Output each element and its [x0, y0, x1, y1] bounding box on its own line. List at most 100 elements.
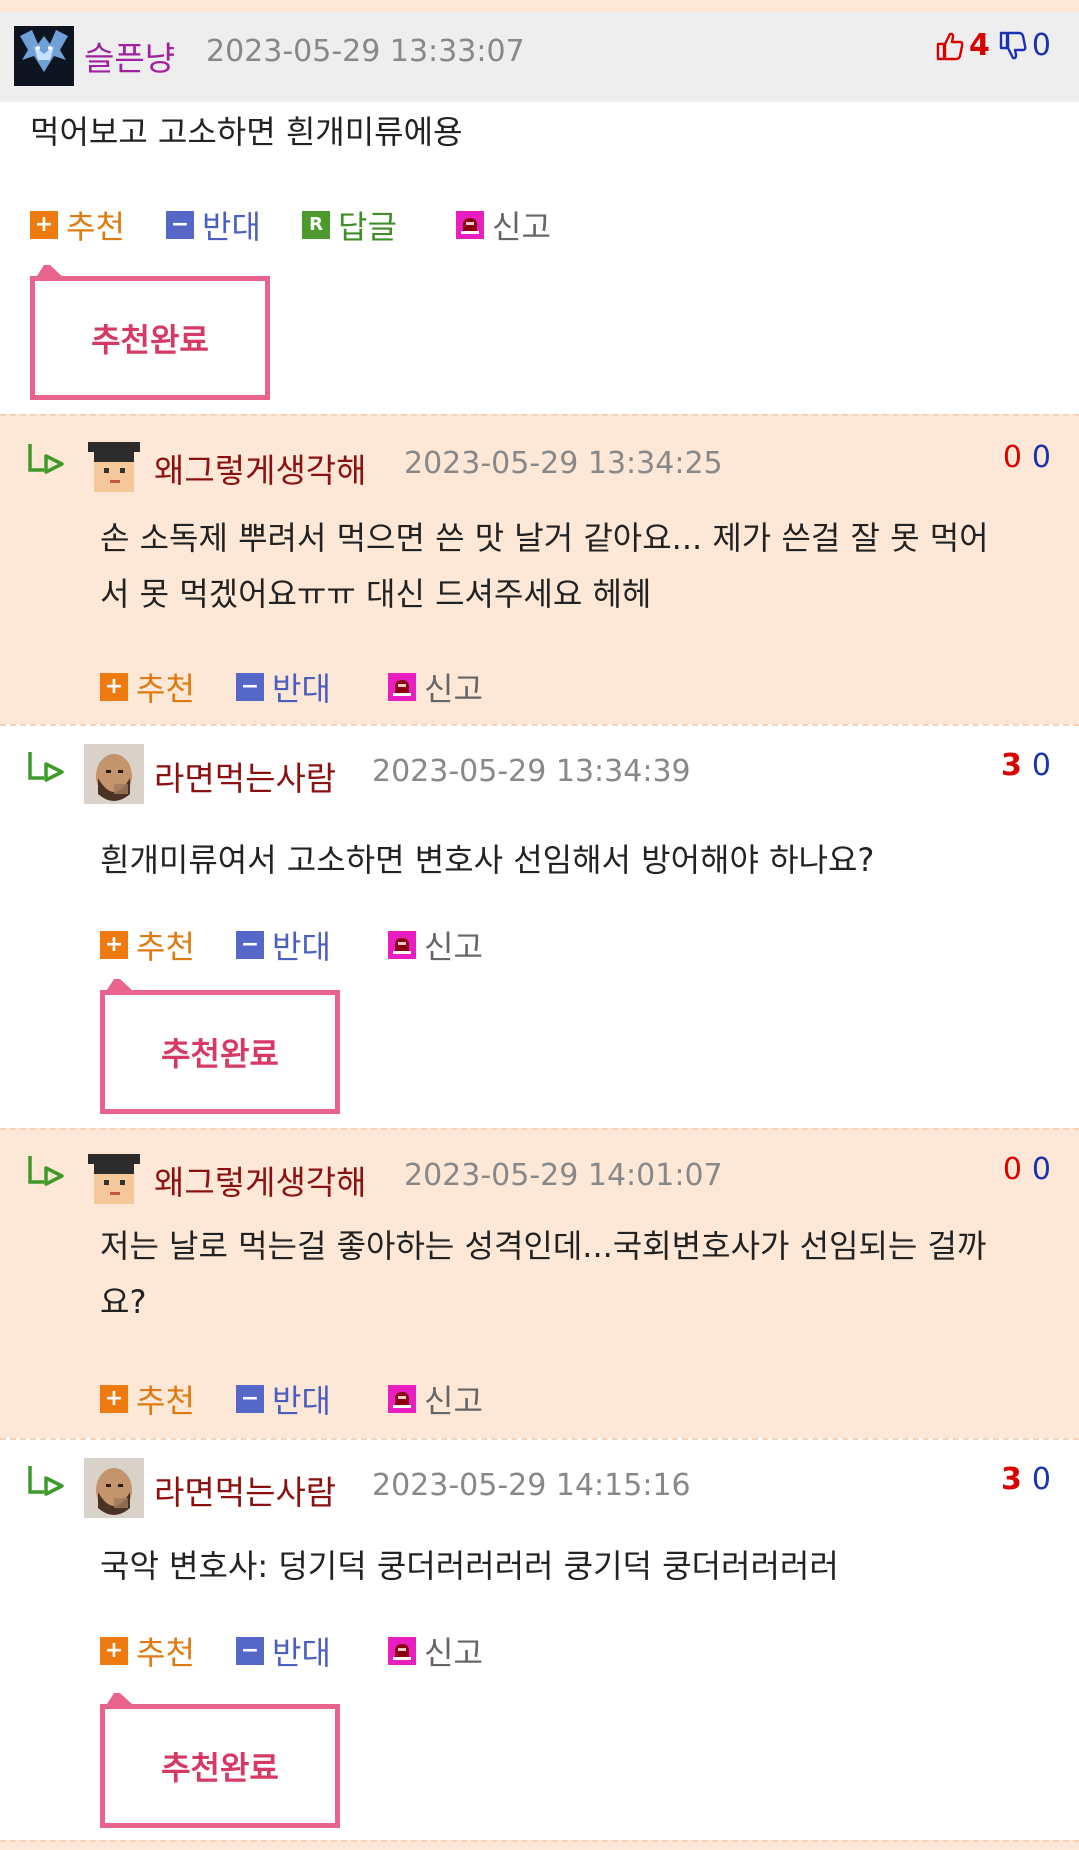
- comment-actions: + 추천 − 반대 신고: [100, 664, 600, 708]
- siren-icon: [388, 1385, 416, 1413]
- downvote-count: 0: [1031, 1462, 1051, 1497]
- r-icon: R: [302, 211, 330, 239]
- top-divider: [0, 0, 1079, 12]
- recommend-button[interactable]: + 추천: [30, 202, 125, 248]
- comment-actions: + 추천 − 반대 신고: [100, 922, 600, 966]
- reply-arrow-icon: [28, 752, 64, 782]
- avatar[interactable]: [84, 744, 144, 804]
- recommend-done-text: 추천완료: [161, 1035, 279, 1073]
- oppose-button[interactable]: − 반대: [236, 664, 331, 710]
- thumbs-down-icon[interactable]: [998, 30, 1028, 62]
- timestamp: 2023-05-29 14:01:07: [404, 1158, 723, 1193]
- report-button[interactable]: 신고: [456, 202, 551, 248]
- popup-tip: [35, 265, 65, 279]
- comment-text: 흰개미류여서 고소하면 변호사 선임해서 방어해야 하나요?: [100, 841, 875, 879]
- downvote-count: 0: [1031, 28, 1051, 63]
- minus-icon: −: [236, 931, 264, 959]
- avatar[interactable]: [14, 26, 74, 86]
- recommend-button[interactable]: + 추천: [100, 664, 195, 710]
- timestamp: 2023-05-29 13:33:07: [206, 34, 525, 69]
- recommend-button[interactable]: + 추천: [100, 922, 195, 968]
- oppose-button[interactable]: − 반대: [236, 1376, 331, 1422]
- comment-actions: + 추천 − 반대 R 답글 신고: [30, 202, 630, 246]
- report-button[interactable]: 신고: [388, 664, 483, 710]
- avatar[interactable]: [84, 1458, 144, 1518]
- comment-5: 라면먹는사람 2023-05-29 14:15:16 3 0 국악 변호사: 덩…: [0, 1438, 1079, 1848]
- thumbs-up-icon[interactable]: [935, 30, 965, 62]
- reply-arrow-icon: [28, 1466, 64, 1496]
- vote-counts: 3 0: [1001, 748, 1051, 783]
- reply-arrow-icon: [28, 444, 64, 474]
- siren-icon: [388, 1637, 416, 1665]
- vote-counts: 4 0: [935, 28, 1051, 63]
- recommend-label: 추천: [136, 1634, 195, 1672]
- popup-tip: [105, 979, 135, 993]
- report-button[interactable]: 신고: [388, 922, 483, 968]
- nickname[interactable]: 왜그렇게생각해: [154, 444, 367, 492]
- comment-text: 국악 변호사: 덩기덕 쿵더러러러러 쿵기덕 쿵더러러러러: [100, 1547, 839, 1585]
- comment-4: 왜그렇게생각해 2023-05-29 14:01:07 0 0 저는 날로 먹는…: [0, 1128, 1079, 1438]
- recommend-done-popup: 추천완료: [100, 979, 340, 1114]
- upvote-count: 4: [969, 28, 990, 63]
- upvote-count: 0: [1002, 440, 1022, 475]
- avatar-image-icon: [14, 26, 74, 86]
- upvote-count: 0: [1002, 1152, 1022, 1187]
- recommend-button[interactable]: + 추천: [100, 1376, 195, 1422]
- plus-icon: +: [100, 1385, 128, 1413]
- minus-icon: −: [166, 211, 194, 239]
- vote-counts: 0 0: [1003, 440, 1051, 475]
- minus-icon: −: [236, 673, 264, 701]
- comment-text-line: 서 못 먹겠어요ㅠㅠ 대신 드셔주세요 헤헤: [100, 575, 652, 613]
- report-label: 신고: [424, 670, 483, 708]
- reply-arrow-icon: [28, 1156, 64, 1186]
- oppose-label: 반대: [272, 1634, 331, 1672]
- recommend-done-popup: 추천완료: [100, 1693, 340, 1828]
- downvote-count: 0: [1031, 748, 1051, 783]
- vote-counts: 0 0: [1003, 1152, 1051, 1187]
- report-button[interactable]: 신고: [388, 1628, 483, 1674]
- avatar-image-icon: [84, 744, 144, 804]
- report-label: 신고: [424, 1382, 483, 1420]
- oppose-label: 반대: [202, 208, 261, 246]
- oppose-label: 반대: [272, 1382, 331, 1420]
- comment-text-line: 저는 날로 먹는걸 좋아하는 성격인데...국회변호사가 선임되는 걸까: [100, 1227, 987, 1265]
- nickname[interactable]: 슬픈냥: [84, 32, 175, 80]
- nickname[interactable]: 라면먹는사람: [154, 752, 336, 800]
- siren-icon: [388, 931, 416, 959]
- comment-text: 저는 날로 먹는걸 좋아하는 성격인데...국회변호사가 선임되는 걸까 요?: [100, 1218, 986, 1330]
- plus-icon: +: [100, 1637, 128, 1665]
- recommend-button[interactable]: + 추천: [100, 1628, 195, 1674]
- plus-icon: +: [30, 211, 58, 239]
- siren-icon: [388, 673, 416, 701]
- comment-actions: + 추천 − 반대 신고: [100, 1376, 600, 1420]
- comment-text-line: 요?: [100, 1283, 147, 1321]
- nickname[interactable]: 라면먹는사람: [154, 1466, 336, 1514]
- comment-text-line: 손 소독제 뿌려서 먹으면 쓴 맛 날거 같아요... 제가 쓴걸 잘 못 먹어: [100, 519, 989, 557]
- report-button[interactable]: 신고: [388, 1376, 483, 1422]
- avatar[interactable]: [84, 1148, 144, 1208]
- report-label: 신고: [424, 1634, 483, 1672]
- minus-icon: −: [236, 1637, 264, 1665]
- nickname[interactable]: 왜그렇게생각해: [154, 1156, 367, 1204]
- timestamp: 2023-05-29 13:34:39: [372, 754, 691, 789]
- plus-icon: +: [100, 673, 128, 701]
- oppose-button[interactable]: − 반대: [166, 202, 261, 248]
- avatar[interactable]: [84, 436, 144, 496]
- recommend-label: 추천: [136, 1382, 195, 1420]
- oppose-label: 반대: [272, 670, 331, 708]
- oppose-button[interactable]: − 반대: [236, 1628, 331, 1674]
- timestamp: 2023-05-29 13:34:25: [404, 446, 723, 481]
- oppose-button[interactable]: − 반대: [236, 922, 331, 968]
- downvote-count: 0: [1031, 440, 1051, 475]
- recommend-done-text: 추천완료: [91, 321, 209, 359]
- comment-3: 라면먹는사람 2023-05-29 13:34:39 3 0 흰개미류여서 고소…: [0, 724, 1079, 1128]
- upvote-count: 3: [1001, 748, 1022, 783]
- comment-text: 먹어보고 고소하면 흰개미류에용: [30, 113, 463, 151]
- oppose-label: 반대: [272, 928, 331, 966]
- report-label: 신고: [424, 928, 483, 966]
- comment-2: 왜그렇게생각해 2023-05-29 13:34:25 0 0 손 소독제 뿌려…: [0, 414, 1079, 724]
- recommend-done-popup: 추천완료: [30, 265, 270, 400]
- reply-button[interactable]: R 답글: [302, 202, 397, 248]
- siren-icon: [456, 211, 484, 239]
- avatar-image-icon: [84, 1458, 144, 1518]
